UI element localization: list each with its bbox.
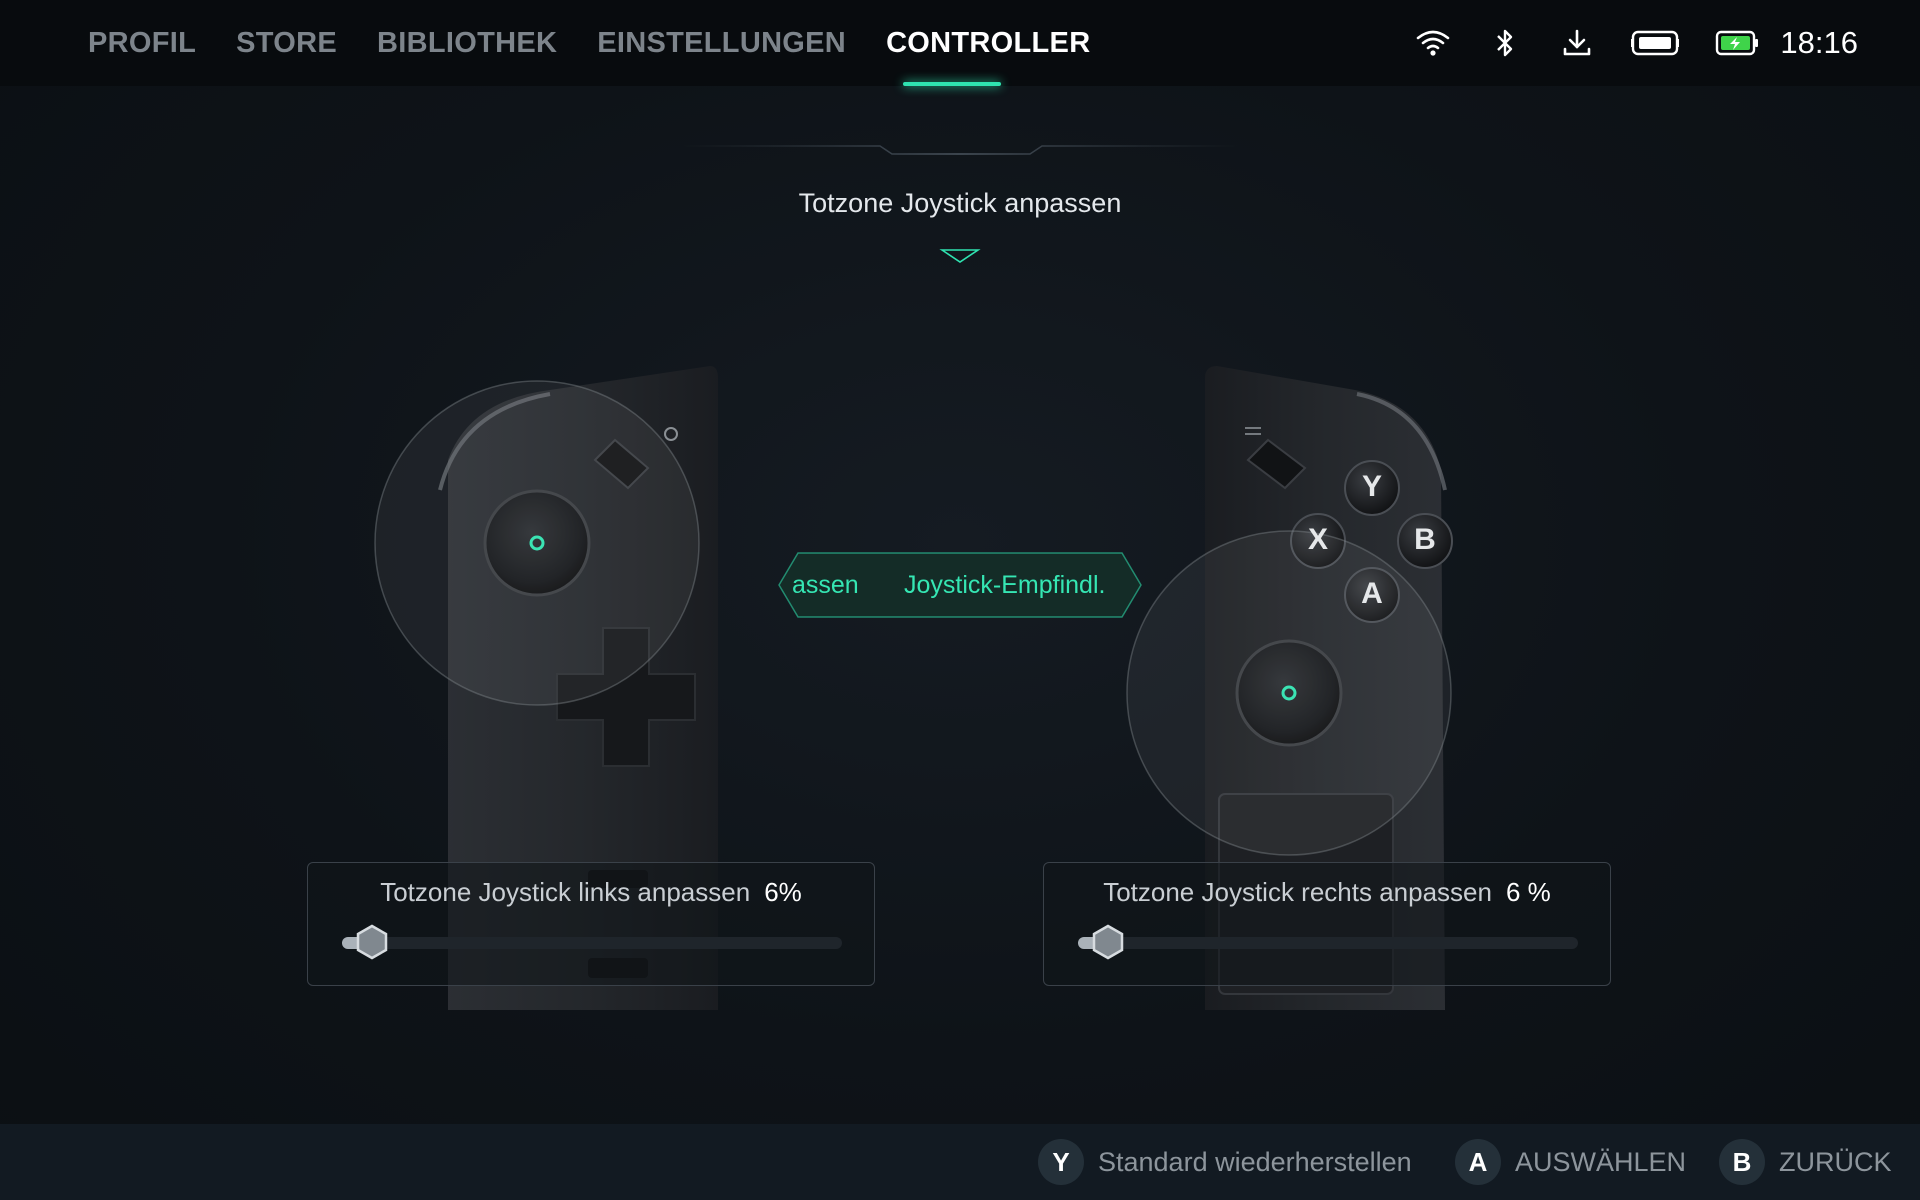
mode-option-sensitivity[interactable]: Joystick-Empfindl.: [904, 552, 1105, 618]
button-x-label: X: [1307, 523, 1328, 556]
bluetooth-icon: [1486, 24, 1524, 62]
mode-switch[interactable]: assen Joystick-Empfindl.: [778, 552, 1142, 618]
status-area: 18:16: [1414, 0, 1858, 86]
battery-charging-icon: [1714, 24, 1760, 62]
main-nav: PROFIL STORE BIBLIOTHEK EINSTELLUNGEN CO…: [88, 0, 1090, 86]
wifi-icon: [1414, 24, 1452, 62]
button-b-label: B: [1414, 523, 1436, 556]
hint-back[interactable]: B ZURÜCK: [1719, 1124, 1892, 1200]
tab-profil[interactable]: PROFIL: [88, 27, 196, 60]
page-title: Totzone Joystick anpassen: [798, 188, 1122, 218]
left-deadzone-label: Totzone Joystick links anpassen 6%: [308, 877, 874, 908]
right-deadzone-panel: Totzone Joystick rechts anpassen 6 %: [1043, 862, 1611, 986]
left-deadzone-panel: Totzone Joystick links anpassen 6%: [307, 862, 875, 986]
right-deadzone-title: Totzone Joystick rechts anpassen: [1103, 877, 1492, 907]
button-y-label: Y: [1361, 470, 1382, 503]
hint-select[interactable]: A AUSWÄHLEN: [1455, 1124, 1686, 1200]
hint-restore-default-label: Standard wiederherstellen: [1098, 1146, 1412, 1177]
right-deadzone-label: Totzone Joystick rechts anpassen 6 %: [1044, 877, 1610, 908]
a-button-icon: A: [1455, 1139, 1501, 1185]
tab-bibliothek[interactable]: BIBLIOTHEK: [377, 27, 557, 60]
right-deadzone-slider[interactable]: [1078, 924, 1578, 960]
tab-controller[interactable]: CONTROLLER: [886, 27, 1090, 60]
hint-back-label: ZURÜCK: [1779, 1146, 1892, 1177]
bottom-hint-bar: Y Standard wiederherstellen A AUSWÄHLEN …: [0, 1124, 1920, 1200]
mode-option-totzone[interactable]: assen: [792, 552, 859, 618]
left-deadzone-title: Totzone Joystick links anpassen: [380, 877, 751, 907]
right-slider-thumb[interactable]: [1089, 923, 1127, 961]
hint-select-label: AUSWÄHLEN: [1515, 1146, 1687, 1177]
button-a-label: A: [1361, 577, 1383, 610]
section-header: Totzone Joystick anpassen: [680, 140, 1240, 270]
b-button-icon: B: [1719, 1139, 1765, 1185]
left-deadzone-value: 6%: [764, 877, 802, 907]
left-slider-thumb[interactable]: [353, 923, 391, 961]
tab-store[interactable]: STORE: [236, 27, 337, 60]
right-deadzone-value: 6 %: [1505, 877, 1551, 907]
controller-battery-icon: [1630, 24, 1680, 62]
tab-einstellungen[interactable]: EINSTELLUNGEN: [597, 27, 846, 60]
active-tab-indicator: [903, 82, 1001, 86]
left-deadzone-slider[interactable]: [342, 924, 842, 960]
top-navigation-bar: PROFIL STORE BIBLIOTHEK EINSTELLUNGEN CO…: [0, 0, 1920, 86]
download-icon: [1558, 24, 1596, 62]
y-button-icon: Y: [1038, 1139, 1084, 1185]
hint-restore-default[interactable]: Y Standard wiederherstellen: [1038, 1124, 1412, 1200]
clock: 18:16: [1780, 25, 1858, 60]
